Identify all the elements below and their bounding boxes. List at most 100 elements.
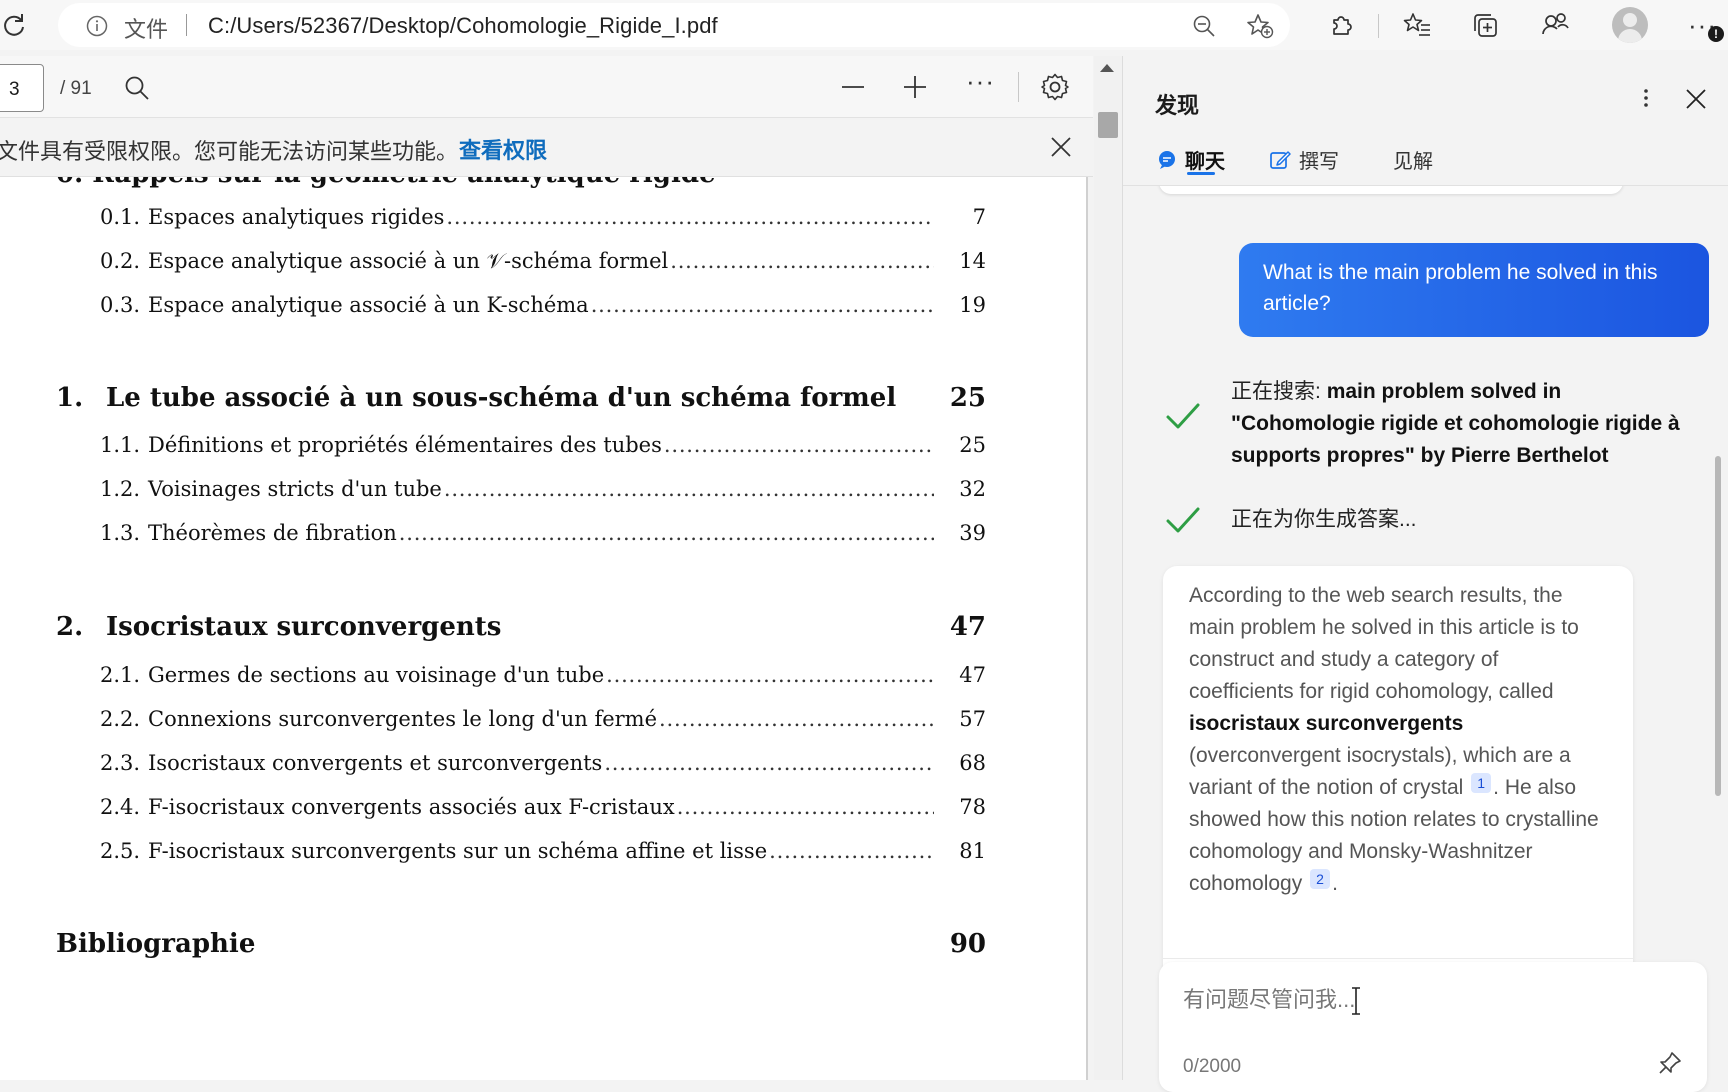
zoom-in-icon[interactable]: [902, 74, 928, 100]
toc-chapter-title: Bibliographie: [56, 929, 256, 959]
zoom-icon[interactable]: [1192, 14, 1216, 38]
toc-entry[interactable]: 2.5. F-isocristaux surconvergents sur un…: [100, 839, 986, 863]
toc-leader: [446, 205, 934, 229]
toc-leader: [659, 707, 934, 731]
toc-page: 32: [959, 477, 986, 501]
toc-number: 1.1.: [100, 433, 141, 457]
toc-number: 0.1.: [100, 205, 141, 229]
toc-cutoff-chapter: 0. Rappels sur la géométrie analytique r…: [56, 177, 716, 189]
tab-chat[interactable]: 聊天: [1157, 145, 1225, 174]
toc-title: Espace analytique associé à un K-schéma: [148, 293, 589, 317]
toc-page: 19: [959, 293, 986, 317]
zoom-out-icon[interactable]: [840, 74, 866, 100]
restriction-message: 文件具有受限权限。您可能无法访问某些功能。: [0, 139, 459, 164]
refresh-icon[interactable]: [0, 11, 28, 39]
toc-chapter-page: 25: [949, 383, 986, 413]
view-permissions-link[interactable]: 查看权限: [459, 133, 547, 165]
chat-input-box[interactable]: 有问题尽管问我... 0/2000: [1159, 962, 1707, 1092]
toc-leader: [670, 249, 934, 273]
answer-text: According to the web search results, the…: [1189, 584, 1579, 703]
close-icon[interactable]: [1050, 136, 1072, 158]
search-prefix: 正在搜索:: [1231, 380, 1321, 403]
scroll-up-arrow-icon[interactable]: [1100, 64, 1114, 72]
generating-text: 正在为你生成答案...: [1231, 508, 1417, 531]
discover-sidebar: 发现 聊天 撰写 见解 What is the main problem he …: [1122, 56, 1728, 1092]
toc-chapter[interactable]: 1. Le tube associé à un sous-schéma d'un…: [56, 383, 986, 413]
toc-entry[interactable]: 0.1. Espaces analytiques rigides 7: [100, 205, 986, 229]
sidebar-more-icon[interactable]: [1643, 88, 1649, 108]
tab-insights[interactable]: 见解: [1385, 145, 1433, 174]
favorites-icon[interactable]: [1402, 10, 1432, 40]
toc-entry[interactable]: 1.1. Définitions et propriétés élémentai…: [100, 433, 986, 457]
toc-leader: [399, 521, 934, 545]
toc-chapter-number: 2.: [56, 612, 84, 642]
scroll-thumb[interactable]: [1098, 112, 1118, 138]
text-cursor-icon: [1349, 986, 1363, 1016]
toolbar-separator: [1018, 72, 1019, 102]
gear-icon[interactable]: [1040, 72, 1070, 102]
toc-entry[interactable]: 1.3. Théorèmes de fibration 39: [100, 521, 986, 545]
check-icon: [1165, 506, 1201, 534]
check-icon: [1165, 402, 1201, 430]
toc-chapter[interactable]: 2. Isocristaux surconvergents 47: [56, 612, 986, 642]
toc-page: 57: [959, 707, 986, 731]
toc-entry[interactable]: 2.4. F-isocristaux convergents associés …: [100, 795, 986, 819]
toc-entry[interactable]: 2.3. Isocristaux convergents et surconve…: [100, 751, 986, 775]
toc-leader: [664, 433, 934, 457]
toc-bibliography[interactable]: Bibliographie 90: [56, 929, 986, 959]
toc-leader: [604, 751, 934, 775]
toc-title: Espaces analytiques rigides: [148, 205, 445, 229]
toc-leader: [444, 477, 934, 501]
close-icon[interactable]: [1685, 88, 1707, 110]
chat-input-placeholder[interactable]: 有问题尽管问我...: [1183, 982, 1355, 1014]
toc-number: 1.2.: [100, 477, 141, 501]
chat-conversation[interactable]: What is the main problem he solved in th…: [1123, 186, 1713, 986]
profile-avatar[interactable]: [1612, 7, 1648, 43]
toc-entry[interactable]: 2.1. Germes de sections au voisinage d'u…: [100, 663, 986, 687]
collections-icon[interactable]: [1470, 10, 1500, 40]
toc-entry[interactable]: 0.3. Espace analytique associé à un K-sc…: [100, 293, 986, 317]
url-text[interactable]: C:/Users/52367/Desktop/Cohomologie_Rigid…: [208, 13, 718, 39]
toc-page: 81: [959, 839, 986, 863]
file-protocol-label: 文件: [124, 17, 169, 42]
toc-entry[interactable]: 2.2. Connexions surconvergentes le long …: [100, 707, 986, 731]
answer-card: According to the web search results, the…: [1163, 566, 1633, 986]
more-options-icon[interactable]: ···: [966, 66, 995, 97]
compose-icon: [1269, 149, 1291, 171]
toc-title: Isocristaux convergents et surconvergent…: [148, 751, 603, 775]
toc-title: Connexions surconvergentes le long d'un …: [148, 707, 658, 731]
tab-compose[interactable]: 撰写: [1269, 145, 1339, 174]
toc-chapter-title: Isocristaux surconvergents: [106, 612, 502, 642]
pin-icon[interactable]: [1657, 1050, 1683, 1076]
sidebar-scrollbar[interactable]: [1715, 456, 1721, 796]
browser-toolbar: 文件 C:/Users/52367/Desktop/Cohomologie_Ri…: [0, 0, 1728, 50]
extensions-icon[interactable]: [1326, 10, 1356, 40]
toc-entry[interactable]: 1.2. Voisinages stricts d'un tube 32: [100, 477, 986, 501]
toc-chapter-title: Le tube associé à un sous-schéma d'un sc…: [106, 383, 897, 413]
toc-page: 7: [972, 205, 986, 229]
performance-icon[interactable]: [1540, 10, 1570, 40]
info-icon[interactable]: [86, 15, 108, 37]
tab-label: 撰写: [1299, 151, 1339, 173]
add-favorite-icon[interactable]: [1246, 13, 1274, 39]
toc-number: 2.5.: [100, 839, 141, 863]
pdf-scrollbar[interactable]: [1094, 56, 1122, 1080]
toc-chapter-number: 1.: [56, 383, 84, 413]
tab-label: 见解: [1393, 151, 1433, 173]
pdf-toolbar: 3 / 91 ···: [0, 56, 1093, 118]
toc-number: 2.1.: [100, 663, 141, 687]
toc-page: 68: [959, 751, 986, 775]
toc-title: Germes de sections au voisinage d'un tub…: [148, 663, 605, 687]
page-number-input[interactable]: 3: [0, 64, 44, 112]
citation-badge[interactable]: 1: [1471, 773, 1492, 793]
toc-title: Voisinages stricts d'un tube: [148, 477, 442, 501]
citation-badge[interactable]: 2: [1310, 869, 1331, 889]
toc-page: 25: [959, 433, 986, 457]
search-icon[interactable]: [124, 75, 150, 101]
toc-entry[interactable]: 0.2. Espace analytique associé à un 𝒱-sc…: [100, 249, 986, 274]
previous-message-card: [1159, 186, 1623, 194]
answer-text: .: [1332, 872, 1338, 895]
address-bar[interactable]: 文件 C:/Users/52367/Desktop/Cohomologie_Ri…: [58, 3, 1290, 47]
toc-page: 47: [959, 663, 986, 687]
char-counter: 0/2000: [1183, 1056, 1242, 1077]
